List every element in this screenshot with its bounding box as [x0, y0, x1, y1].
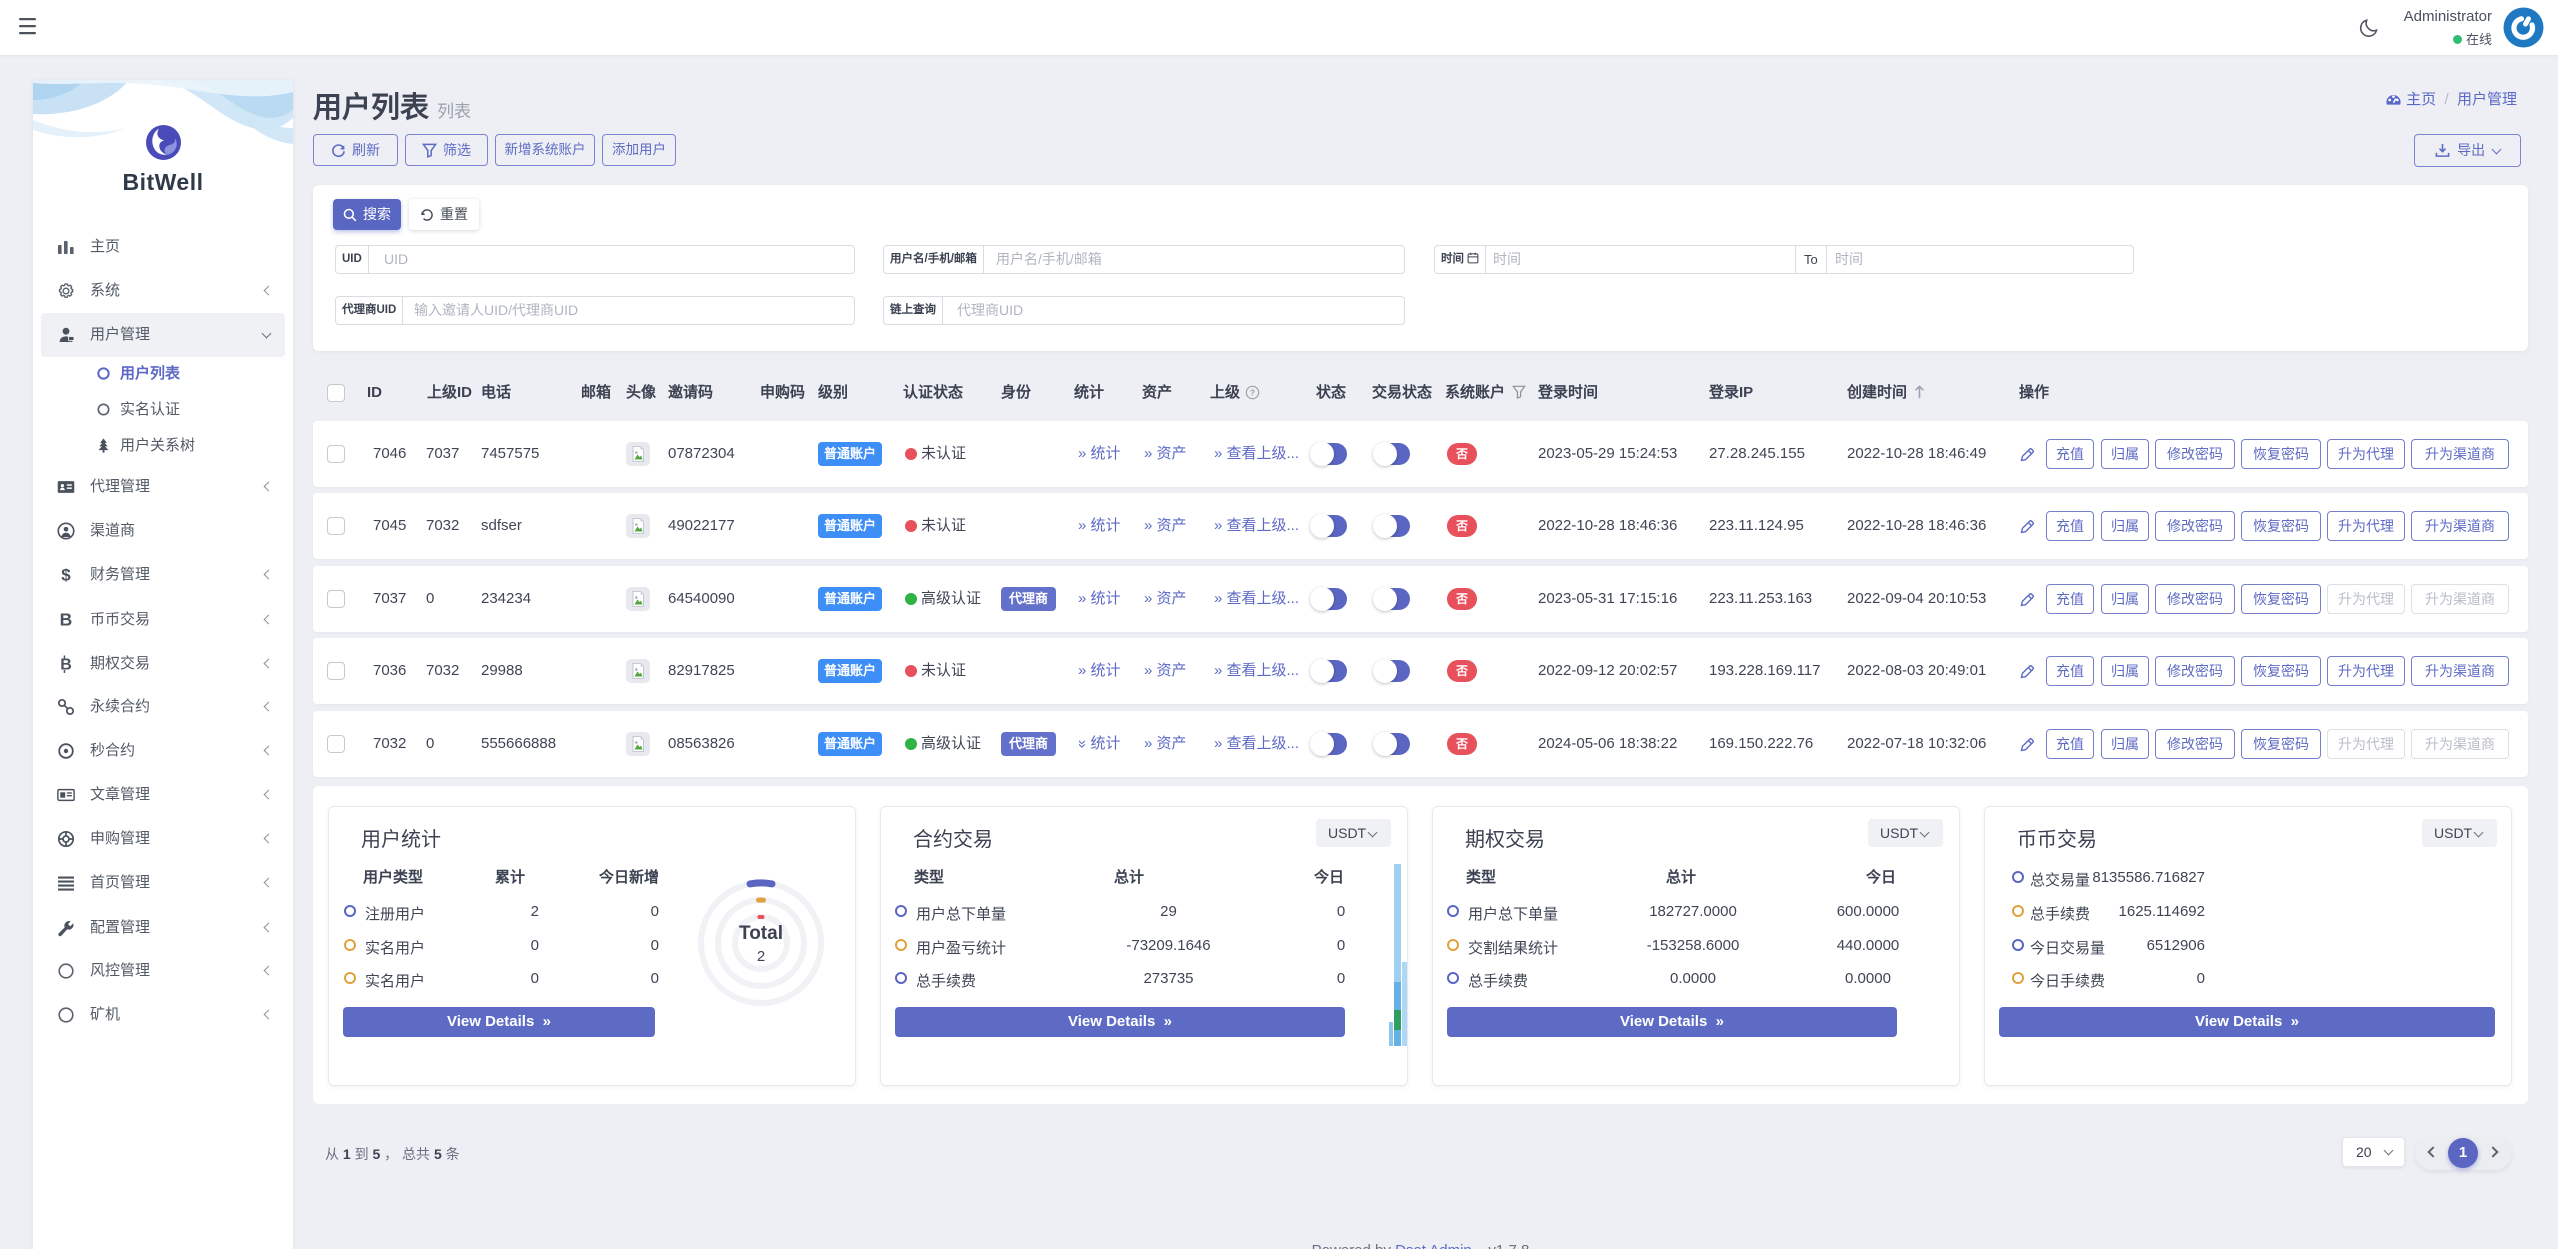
svg-text:$: $ — [61, 566, 71, 584]
svg-text:2: 2 — [757, 948, 765, 965]
svg-text:Total: Total — [739, 923, 783, 944]
svg-text:B: B — [60, 657, 72, 674]
svg-text:?: ? — [1250, 387, 1255, 397]
svg-text:B: B — [60, 611, 73, 629]
